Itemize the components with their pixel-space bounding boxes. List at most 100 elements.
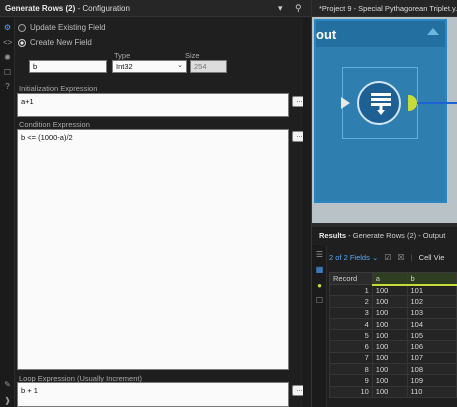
record-cell: 6 <box>329 340 373 353</box>
init-expression-label: Initialization Expression <box>19 84 98 93</box>
record-cell: 9 <box>329 374 373 387</box>
table-row[interactable]: 1 100 101 <box>329 283 457 297</box>
help-icon[interactable]: ? <box>3 82 12 91</box>
checkbox-icon[interactable]: ☑ <box>384 253 391 262</box>
tool-container[interactable]: out <box>314 19 457 203</box>
menu-icon[interactable]: ☰ <box>315 250 324 259</box>
cell-a[interactable]: 100 <box>371 295 408 308</box>
condition-expression-label: Condition Expression <box>19 120 90 129</box>
radio-update-existing[interactable]: Update Existing Field <box>18 22 106 33</box>
connection-line <box>417 102 457 104</box>
tag-icon[interactable]: ☐ <box>3 68 12 77</box>
init-expression-input[interactable]: a+1 <box>17 93 289 117</box>
record-cell: 5 <box>329 329 373 342</box>
config-side-rail: ⚙ <> ✺ ☐ ? ✎ ❱ <box>0 18 15 407</box>
generate-rows-tool-icon[interactable] <box>357 81 401 125</box>
config-header: Generate Rows (2) - Configuration ▾ ⚲ <box>0 0 311 17</box>
radio-create-new[interactable]: Create New Field <box>18 37 92 48</box>
cell-b[interactable]: 105 <box>406 329 457 342</box>
container-title: out <box>316 27 337 42</box>
cell-a[interactable]: 100 <box>371 329 408 342</box>
record-cell: 7 <box>329 351 373 365</box>
cell-b[interactable]: 103 <box>406 306 457 319</box>
results-title: Results - Generate Rows (2) - Output <box>319 231 446 240</box>
messages-icon[interactable]: ☐ <box>315 296 324 305</box>
type-select[interactable]: Int32 ⌄ <box>112 60 187 73</box>
record-cell: 3 <box>329 306 373 319</box>
cell-a[interactable]: 100 <box>371 317 408 331</box>
radio-button[interactable] <box>18 23 26 32</box>
pin-icon[interactable]: ⚲ <box>295 3 302 14</box>
results-side-rail: ☰ ▦ ● ☐ <box>312 245 327 407</box>
separator: | <box>410 252 413 262</box>
results-table[interactable]: Record a b 1 100 101 2 100 102 3 100 103 4 100 1… <box>329 272 457 398</box>
cell-b[interactable]: 110 <box>406 385 457 398</box>
cell-a[interactable]: 100 <box>371 306 408 319</box>
record-cell: 2 <box>329 295 373 308</box>
table-row[interactable]: 6 100 106 <box>329 340 457 353</box>
table-row[interactable]: 9 100 109 <box>329 374 457 387</box>
table-row[interactable]: 7 100 107 <box>329 351 457 365</box>
table-row[interactable]: 2 100 102 <box>329 295 457 308</box>
cell-b[interactable]: 104 <box>406 317 457 331</box>
config-title: Generate Rows (2) - Configuration <box>5 4 130 13</box>
field-name-input[interactable]: b <box>29 60 107 73</box>
code-icon[interactable]: <> <box>3 38 12 47</box>
anchor-icon[interactable]: ● <box>315 281 324 290</box>
table-row[interactable]: 10 100 110 <box>329 385 457 398</box>
record-cell: 8 <box>329 363 373 376</box>
edit-icon[interactable]: ✎ <box>3 380 12 389</box>
clear-icon[interactable]: ☒ <box>397 253 404 262</box>
column-header-a[interactable]: a <box>371 272 408 286</box>
table-header-row: Record a b <box>329 272 457 286</box>
loop-expression-input[interactable]: b + 1 <box>17 382 289 407</box>
size-input[interactable]: 254 <box>190 60 227 73</box>
column-header-record[interactable]: Record <box>329 272 373 285</box>
data-icon[interactable]: ▦ <box>315 265 324 274</box>
settings-icon[interactable]: ✺ <box>3 53 12 62</box>
radio-button[interactable] <box>18 38 26 47</box>
cell-a[interactable]: 100 <box>371 363 408 376</box>
cell-b[interactable]: 106 <box>406 340 457 353</box>
workflow-canvas[interactable]: out <box>312 17 457 223</box>
container-body <box>316 47 457 201</box>
condition-expression-input[interactable]: b <= (1000-a)/2 <box>17 129 289 370</box>
type-label: Type <box>114 51 131 60</box>
chevron-down-icon: ⌄ <box>177 62 183 69</box>
input-anchor-icon[interactable] <box>341 97 350 109</box>
config-scrollbar[interactable] <box>303 18 310 407</box>
cell-b[interactable]: 102 <box>406 295 457 308</box>
dropdown-icon[interactable]: ▾ <box>278 3 283 14</box>
cell-a[interactable]: 100 <box>371 351 408 365</box>
cell-viewer-button[interactable]: Cell Vie <box>419 253 445 262</box>
record-cell: 1 <box>329 283 373 297</box>
radio-label: Create New Field <box>30 38 92 47</box>
cell-b[interactable]: 107 <box>406 351 457 365</box>
cell-a[interactable]: 100 <box>371 340 408 353</box>
size-label: Size <box>185 51 200 60</box>
results-panel: Results - Generate Rows (2) - Output ☰ ▦… <box>312 227 457 407</box>
canvas-tab[interactable]: *Project 9 - Special Pythagorean Triplet… <box>312 0 457 17</box>
table-row[interactable]: 3 100 103 <box>329 306 457 319</box>
results-toolbar: 2 of 2 Fields ⌄ ☑ ☒ | Cell Vie <box>329 249 457 265</box>
results-header: Results - Generate Rows (2) - Output <box>312 227 457 243</box>
cell-a[interactable]: 100 <box>371 283 408 297</box>
table-row[interactable]: 5 100 105 <box>329 329 457 342</box>
cell-b[interactable]: 101 <box>406 283 457 297</box>
radio-label: Update Existing Field <box>30 23 106 32</box>
column-header-b[interactable]: b <box>406 272 457 286</box>
configuration-panel: Generate Rows (2) - Configuration ▾ ⚲ ⚙ … <box>0 0 311 407</box>
cell-b[interactable]: 109 <box>406 374 457 387</box>
expand-icon[interactable]: ❱ <box>3 396 12 405</box>
table-row[interactable]: 4 100 104 <box>329 317 457 331</box>
cell-a[interactable]: 100 <box>371 385 408 398</box>
record-cell: 4 <box>329 317 373 331</box>
gear-icon[interactable]: ⚙ <box>3 23 12 32</box>
cell-b[interactable]: 108 <box>406 363 457 376</box>
collapse-icon[interactable] <box>427 28 439 35</box>
table-row[interactable]: 8 100 108 <box>329 363 457 376</box>
fields-selector[interactable]: 2 of 2 Fields ⌄ <box>329 253 378 262</box>
record-cell: 10 <box>329 385 373 398</box>
workflow-tab-title: *Project 9 - Special Pythagorean Triplet… <box>319 4 457 13</box>
cell-a[interactable]: 100 <box>371 374 408 387</box>
